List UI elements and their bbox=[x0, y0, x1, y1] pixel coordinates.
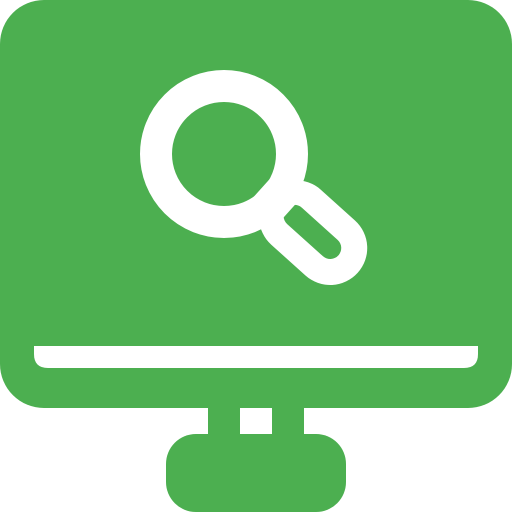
stand-icon bbox=[166, 400, 346, 512]
stand-base bbox=[166, 434, 346, 512]
icon-canvas bbox=[0, 0, 512, 512]
monitor-search-icon bbox=[0, 0, 512, 512]
screen-bottom-bar bbox=[34, 346, 478, 368]
